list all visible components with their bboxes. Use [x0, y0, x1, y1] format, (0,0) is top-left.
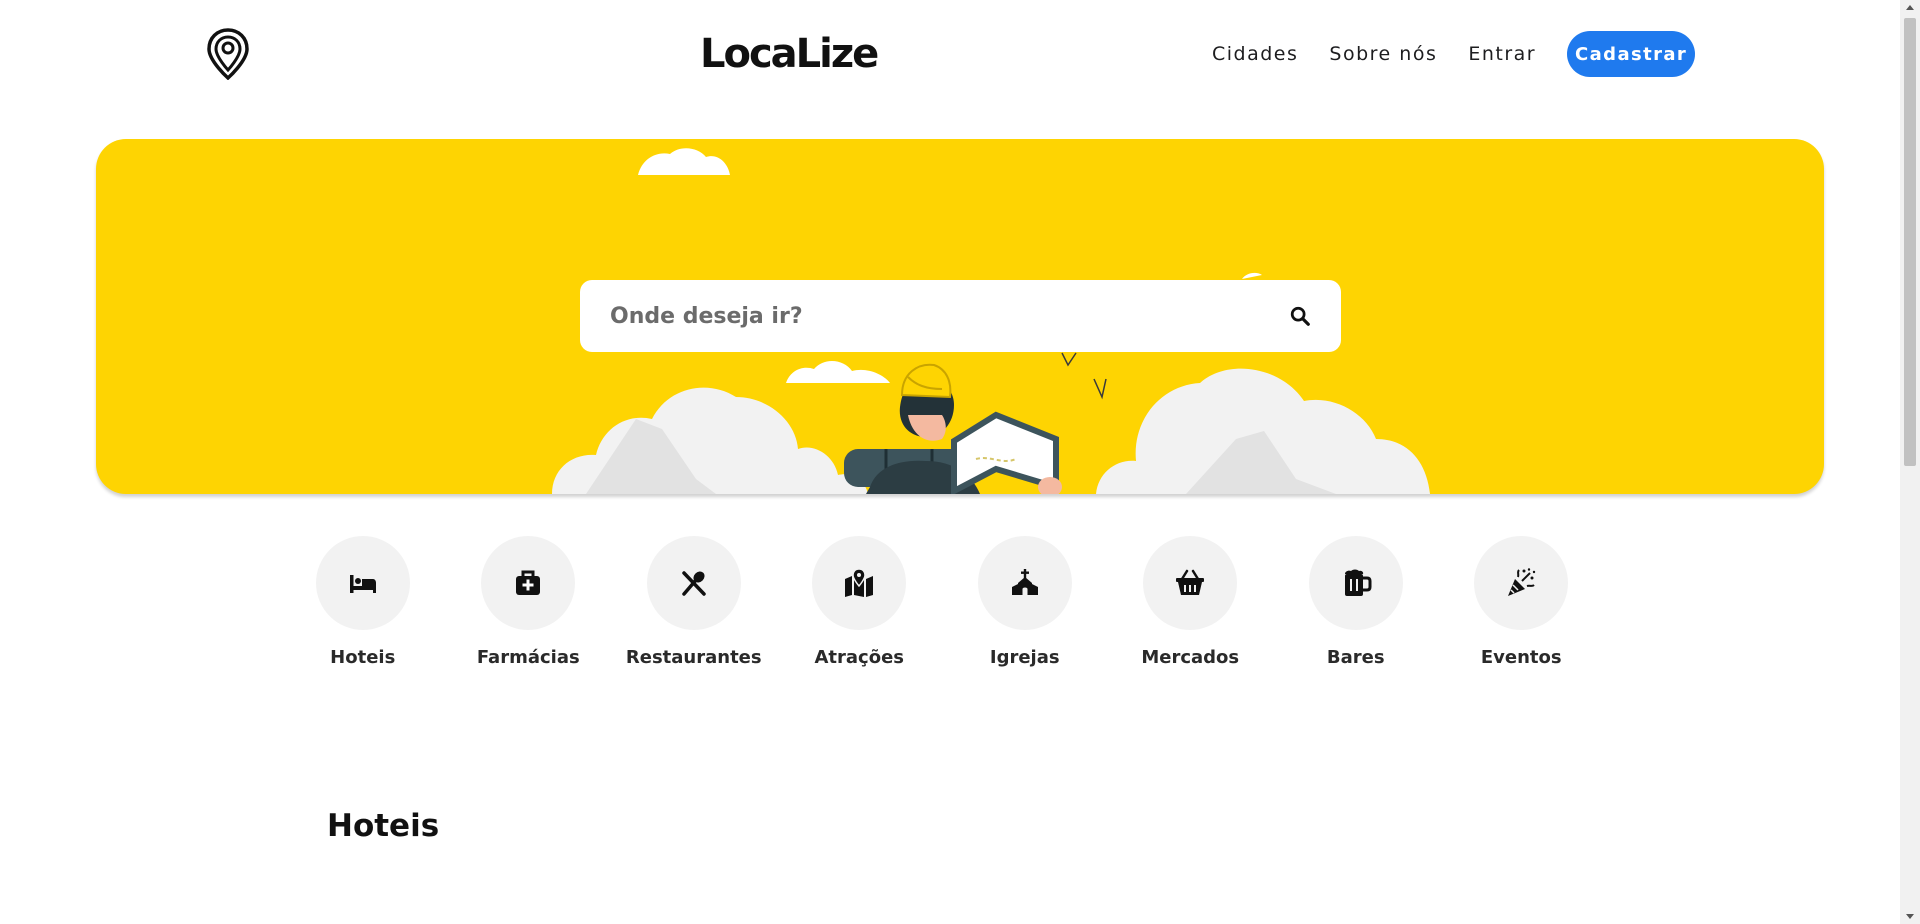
category-icon-wrapper: [1308, 536, 1403, 630]
scrollbar-thumb[interactable]: [1904, 18, 1916, 466]
bed-icon: [349, 575, 376, 593]
category-list: Hoteis Farmácias Restaurantes Atrações I…: [280, 536, 1640, 668]
category-eventos[interactable]: Eventos: [1439, 536, 1605, 668]
nav-sobre-nos[interactable]: Sobre nós: [1329, 43, 1437, 65]
main-nav: Cidades Sobre nós Entrar Cadastrar: [1212, 31, 1696, 77]
beer-mug-icon: [1344, 569, 1372, 596]
category-bares[interactable]: Bares: [1273, 536, 1439, 668]
category-restaurantes[interactable]: Restaurantes: [611, 536, 777, 668]
search-input[interactable]: [610, 303, 1289, 329]
hero-banner: [96, 139, 1824, 494]
category-label: Restaurantes: [625, 647, 762, 668]
category-icon-wrapper: [1143, 536, 1238, 630]
category-icon-wrapper: [315, 536, 410, 630]
category-icon-wrapper: [812, 536, 907, 630]
page-scrollbar[interactable]: [1900, 0, 1920, 924]
category-icon-wrapper: [481, 536, 576, 630]
church-icon: [1011, 569, 1038, 595]
utensils-icon: [682, 571, 706, 596]
brand-name: LocaLize: [700, 31, 879, 77]
category-label: Atrações: [814, 647, 905, 668]
category-label: Hoteis: [330, 647, 396, 668]
search-icon[interactable]: [1289, 305, 1311, 327]
party-popper-icon: [1508, 568, 1536, 596]
section-title: Hoteis: [327, 808, 440, 844]
brand-logo[interactable]: LocaLize: [700, 26, 879, 82]
category-igrejas[interactable]: Igrejas: [942, 536, 1108, 668]
map-pin-icon[interactable]: [206, 28, 250, 80]
map-location-icon: [845, 568, 874, 597]
category-farmacias[interactable]: Farmácias: [446, 536, 612, 668]
category-icon-wrapper: [646, 536, 741, 630]
category-atracoes[interactable]: Atrações: [777, 536, 943, 668]
category-label: Farmácias: [476, 647, 580, 668]
medical-kit-icon: [516, 570, 541, 595]
category-icon-wrapper: [1474, 536, 1569, 630]
category-label: Mercados: [1141, 647, 1240, 668]
search-bar: [580, 280, 1341, 352]
category-hoteis[interactable]: Hoteis: [280, 536, 446, 668]
basket-icon: [1176, 569, 1205, 595]
site-header: LocaLize Cidades Sobre nós Entrar Cadast…: [0, 0, 1900, 110]
scroll-up-arrow-icon[interactable]: [1906, 5, 1914, 10]
category-label: Igrejas: [989, 647, 1060, 668]
nav-cidades[interactable]: Cidades: [1212, 43, 1298, 65]
category-label: Bares: [1326, 647, 1385, 668]
signup-button[interactable]: Cadastrar: [1567, 31, 1696, 77]
nav-entrar[interactable]: Entrar: [1468, 43, 1536, 65]
category-label: Eventos: [1480, 647, 1562, 668]
category-mercados[interactable]: Mercados: [1108, 536, 1274, 668]
scroll-down-arrow-icon[interactable]: [1906, 914, 1914, 919]
category-icon-wrapper: [977, 536, 1072, 630]
